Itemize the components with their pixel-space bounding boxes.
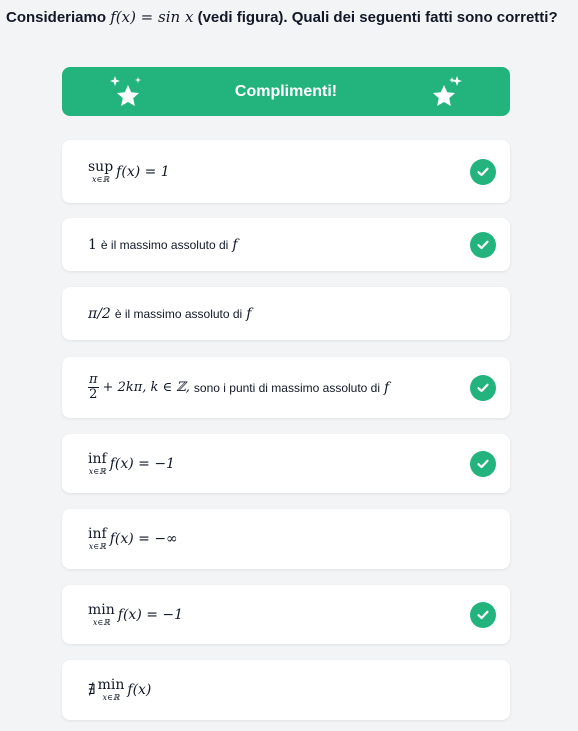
question-suffix: (vedi figura). Quali dei seguenti fatti … xyxy=(197,9,558,26)
option-variable: f xyxy=(246,305,252,322)
question-function: f(x) = sin x xyxy=(110,8,194,26)
sparkle-star-icon xyxy=(110,76,141,106)
check-circle-icon xyxy=(470,450,496,477)
check-circle-icon xyxy=(470,601,496,628)
question-text: Consideriamo f(x) = sin x (vedi figura).… xyxy=(6,8,576,26)
option-expression: f(x) = −1 xyxy=(117,606,184,623)
option-2[interactable]: 1 è il massimo assoluto di f xyxy=(62,218,510,271)
limit-operator: min x∈ℝ xyxy=(88,603,115,627)
option-expression: f(x) xyxy=(127,682,152,698)
option-expression: f(x) = −1 xyxy=(109,455,175,472)
limit-operator: min x∈ℝ xyxy=(98,678,125,702)
check-circle-icon xyxy=(470,231,496,258)
option-8[interactable]: ∄ min x∈ℝ f(x) xyxy=(62,660,510,720)
option-5[interactable]: inf x∈ℝ f(x) = −1 xyxy=(62,434,510,493)
operator-subscript: x∈ℝ xyxy=(88,466,106,476)
operator-subscript: x∈ℝ xyxy=(92,617,110,627)
limit-operator: sup x∈ℝ xyxy=(88,160,113,184)
operator-subscript: x∈ℝ xyxy=(92,174,110,184)
option-expression: f(x) = 1 xyxy=(116,163,170,180)
operator-subscript: x∈ℝ xyxy=(88,542,106,551)
operator: sup xyxy=(88,158,114,175)
operator: min xyxy=(88,601,115,618)
option-expression: f(x) = −∞ xyxy=(109,531,178,547)
operator: min xyxy=(97,677,125,693)
option-text: è il massimo assoluto di xyxy=(100,237,229,252)
option-text: sono i punti di massimo assoluto di xyxy=(193,380,381,395)
option-expression: 1 xyxy=(88,236,97,253)
success-banner: Complimenti! xyxy=(62,67,510,116)
question-prefix: Consideriamo xyxy=(6,9,107,26)
check-circle-icon xyxy=(470,158,496,185)
option-3[interactable]: π/2 è il massimo assoluto di f xyxy=(62,287,510,340)
option-6[interactable]: inf x∈ℝ f(x) = −∞ xyxy=(62,509,510,569)
option-expression: π/2 xyxy=(88,305,111,322)
limit-operator: inf x∈ℝ xyxy=(88,527,107,551)
option-7[interactable]: min x∈ℝ f(x) = −1 xyxy=(62,585,510,644)
fraction-denominator: 2 xyxy=(89,387,98,402)
sparkle-star-icon xyxy=(433,76,462,106)
fraction: π 2 xyxy=(88,373,99,401)
banner-label: Complimenti! xyxy=(234,82,338,100)
option-expression: + 2kπ, k ∈ ℤ, xyxy=(102,380,190,395)
option-text: è il massimo assoluto di xyxy=(114,306,243,321)
operator: inf xyxy=(88,526,107,542)
option-1[interactable]: sup x∈ℝ f(x) = 1 xyxy=(62,140,510,203)
option-4[interactable]: π 2 + 2kπ, k ∈ ℤ, sono i punti di massim… xyxy=(62,357,510,418)
operator: inf xyxy=(88,450,107,467)
option-variable: f xyxy=(384,379,390,396)
not-exists-symbol: ∄ xyxy=(88,682,96,698)
operator-subscript: x∈ℝ xyxy=(102,693,120,702)
check-circle-icon xyxy=(470,374,496,401)
limit-operator: inf x∈ℝ xyxy=(88,452,107,476)
option-variable: f xyxy=(232,236,238,253)
fraction-numerator: π xyxy=(88,372,99,388)
